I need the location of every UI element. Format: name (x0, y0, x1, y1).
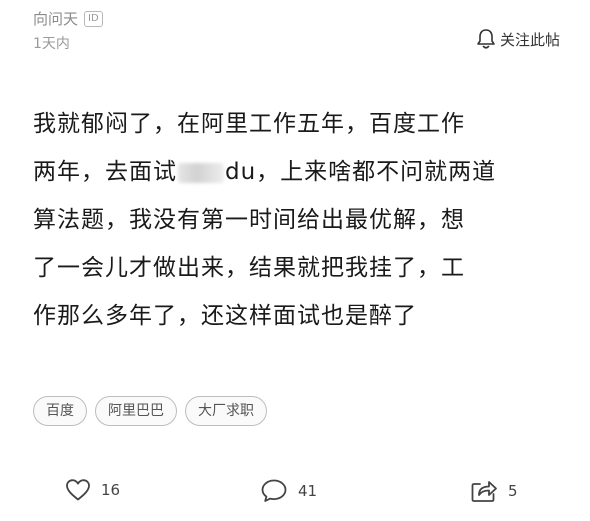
post-line-segment: du，上来啥都不问就两道 (225, 159, 497, 185)
bell-icon (476, 28, 496, 50)
comment-count: 41 (298, 482, 318, 500)
post-line: 作那么多年了，还这样面试也是醉了 (33, 303, 417, 329)
post-line: 了一会儿才做出来，结果就把我挂了，工 (33, 255, 465, 281)
id-badge: ID (84, 10, 103, 27)
post-line-segment: 两年，去面试 (33, 159, 177, 185)
share-button[interactable]: 5 (470, 478, 518, 504)
tag-baidu[interactable]: 百度 (33, 396, 87, 426)
like-button[interactable]: 16 (65, 478, 120, 502)
redaction-blur (178, 162, 224, 183)
tag-job-hunting[interactable]: 大厂求职 (185, 396, 267, 426)
heart-icon (65, 478, 91, 502)
post-line: 我就郁闷了，在阿里工作五年，百度工作 (33, 111, 465, 137)
comment-bubble-icon (260, 478, 288, 504)
post-line-redacted: 两年，去面试 du，上来啥都不问就两道 (33, 148, 563, 196)
author-name[interactable]: 向问天 (33, 8, 78, 29)
author-row: 向问天 ID (33, 8, 560, 29)
tag-list: 百度 阿里巴巴 大厂求职 (33, 396, 267, 426)
comment-button[interactable]: 41 (260, 478, 317, 504)
tag-alibaba[interactable]: 阿里巴巴 (95, 396, 177, 426)
follow-post-label: 关注此帖 (499, 30, 560, 49)
post-body: 我就郁闷了，在阿里工作五年，百度工作 两年，去面试 du，上来啥都不问就两道 算法… (33, 100, 563, 340)
post-line: 算法题，我没有第一时间给出最优解，想 (33, 207, 465, 233)
action-bar: 16 41 5 (0, 470, 590, 510)
share-count: 5 (508, 482, 518, 500)
share-icon (470, 478, 498, 504)
post-header: 向问天 ID 1天内 关注此帖 (33, 8, 560, 68)
like-count: 16 (101, 481, 121, 499)
follow-post-button[interactable]: 关注此帖 (476, 28, 560, 50)
